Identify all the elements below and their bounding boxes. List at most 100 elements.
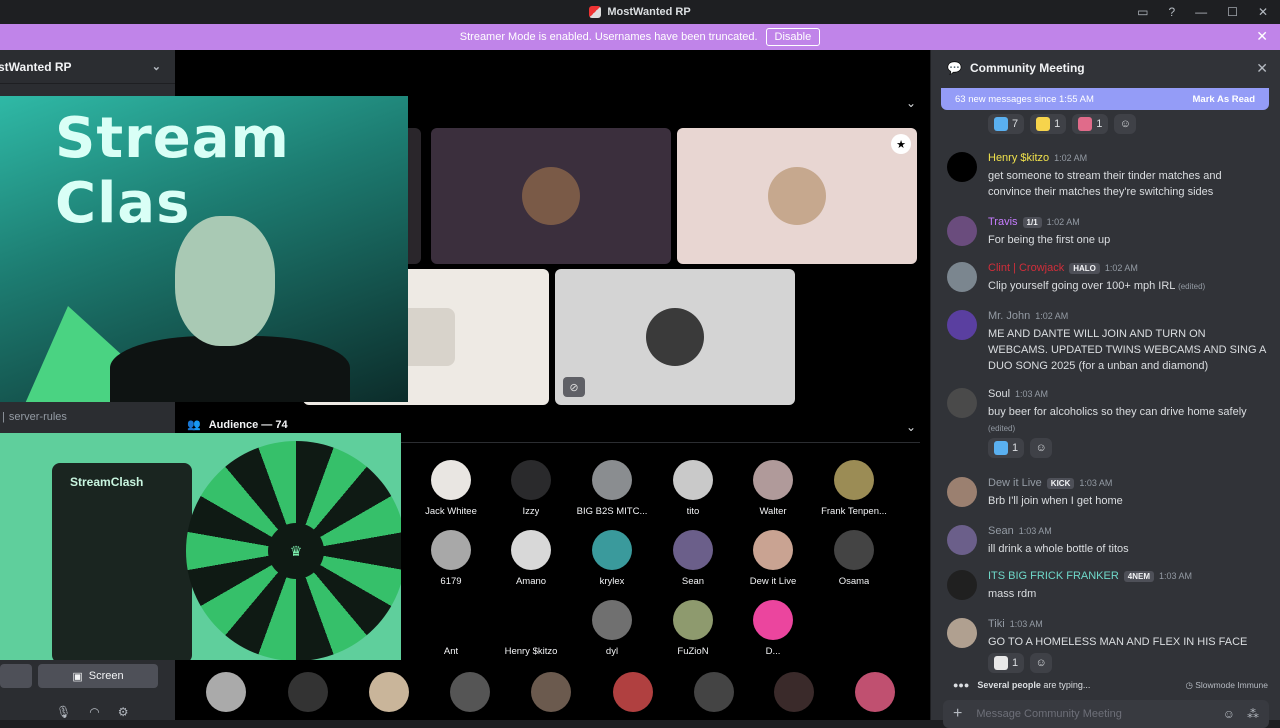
- message-header: Dew it Live KICK 1:03 AM: [988, 477, 1112, 489]
- maximize-icon[interactable]: ☐: [1227, 5, 1238, 19]
- audience-member[interactable]: dyl: [572, 600, 652, 657]
- inbox-icon[interactable]: ▭: [1137, 5, 1148, 19]
- message-avatar[interactable]: [947, 388, 977, 418]
- disable-button[interactable]: Disable: [765, 28, 821, 46]
- audience-member[interactable]: Dew it Live: [733, 530, 813, 587]
- message-username[interactable]: Soul: [988, 388, 1010, 400]
- audience-avatar[interactable]: [450, 672, 490, 712]
- speaker-tile[interactable]: ⊘: [555, 269, 795, 405]
- speakers-collapse-icon[interactable]: ⌄: [906, 96, 916, 110]
- audience-avatar[interactable]: [694, 672, 734, 712]
- message-avatar[interactable]: [947, 216, 977, 246]
- edited-label: (edited): [1178, 282, 1206, 291]
- audience-avatar[interactable]: [369, 672, 409, 712]
- audience-avatar: [834, 530, 874, 570]
- audience-avatar[interactable]: [613, 672, 653, 712]
- channel-rules-label: server-rules: [8, 411, 67, 423]
- audience-avatar: [753, 600, 793, 640]
- audience-member[interactable]: Amano: [491, 530, 571, 587]
- minimize-icon[interactable]: —: [1195, 5, 1207, 19]
- message-username[interactable]: Clint | Crowjack: [988, 262, 1064, 274]
- audience-avatar[interactable]: [774, 672, 814, 712]
- message-header: Travis 1/1 1:02 AM: [988, 216, 1080, 228]
- audience-member[interactable]: Walter: [733, 460, 813, 517]
- reaction-speech[interactable]: 1: [1030, 114, 1067, 134]
- chevron-down-icon: ⌄: [151, 61, 161, 73]
- message-username[interactable]: Mr. John: [988, 310, 1030, 322]
- message-time: 1:03 AM: [1009, 619, 1043, 629]
- message-avatar[interactable]: [947, 618, 977, 648]
- message-username[interactable]: Tiki: [988, 618, 1005, 630]
- window-title: MostWanted RP: [589, 6, 691, 18]
- audience-name: Izzy: [522, 506, 540, 517]
- composer-placeholder[interactable]: Message Community Meeting: [976, 708, 1122, 720]
- audience-member[interactable]: Henry $kitzo: [491, 600, 571, 657]
- typing-users: Several people: [977, 680, 1041, 690]
- reaction-skull[interactable]: 1: [988, 653, 1025, 673]
- message-time: 1:03 AM: [1015, 389, 1049, 399]
- message-avatar[interactable]: [947, 477, 977, 507]
- speaker-tile[interactable]: [431, 128, 671, 264]
- audience-member[interactable]: D...: [733, 600, 813, 657]
- emoji-icon[interactable]: ☺: [1223, 707, 1235, 721]
- reaction-up[interactable]: 1: [988, 438, 1025, 458]
- audience-collapse-icon[interactable]: ⌄: [906, 420, 916, 434]
- headset-icon[interactable]: ◠: [89, 705, 99, 719]
- message-body: Brb I'll join when I get home: [988, 495, 1123, 507]
- message-username[interactable]: ITS BIG FRICK FRANKER: [988, 570, 1119, 582]
- speaker-avatar: [522, 167, 580, 225]
- camera-button[interactable]: [0, 664, 32, 688]
- attach-plus-icon[interactable]: +: [953, 705, 962, 723]
- audience-avatar[interactable]: [288, 672, 328, 712]
- audience-member[interactable]: BIG B2S MITC...: [572, 460, 652, 517]
- message-avatar[interactable]: [947, 262, 977, 292]
- screen-share-button[interactable]: ▣ Screen: [38, 664, 158, 688]
- audience-member[interactable]: Osama: [814, 530, 894, 587]
- add-reaction-icon[interactable]: ☺: [1030, 438, 1053, 458]
- audience-member[interactable]: FuZioN: [653, 600, 733, 657]
- message-avatar[interactable]: [947, 570, 977, 600]
- audience-name: D...: [765, 646, 781, 657]
- message-avatar[interactable]: [947, 310, 977, 340]
- settings-icon[interactable]: ⚙: [118, 705, 129, 719]
- message-username[interactable]: Dew it Live: [988, 477, 1042, 489]
- audience-name: Sean: [681, 576, 705, 587]
- help-icon[interactable]: ?: [1168, 5, 1175, 19]
- audience-member[interactable]: Izzy: [491, 460, 571, 517]
- audience-member[interactable]: tito: [653, 460, 733, 517]
- speaker-tile[interactable]: ★: [677, 128, 917, 264]
- add-reaction-icon[interactable]: ☺: [1030, 653, 1053, 673]
- audience-member[interactable]: krylex: [572, 530, 652, 587]
- close-banner-icon[interactable]: ✕: [1256, 28, 1268, 45]
- message-username[interactable]: Henry $kitzo: [988, 152, 1049, 164]
- message-composer[interactable]: + Message Community Meeting ☺ ⁂: [943, 700, 1269, 728]
- mark-as-read-button[interactable]: Mark As Read: [1193, 94, 1255, 105]
- new-messages-bar[interactable]: 63 new messages since 1:55 AM Mark As Re…: [941, 88, 1269, 110]
- message-username[interactable]: Sean: [988, 525, 1014, 537]
- audience-avatar[interactable]: [206, 672, 246, 712]
- message-avatar[interactable]: [947, 152, 977, 182]
- audience-name: Jack Whitee: [425, 506, 477, 517]
- audience-member[interactable]: Frank Tenpen...: [814, 460, 894, 517]
- close-window-icon[interactable]: ✕: [1258, 5, 1268, 19]
- audience-member[interactable]: Jack Whitee: [411, 460, 491, 517]
- message-body: ME AND DANTE WILL JOIN AND TURN ON WEBCA…: [988, 328, 1266, 372]
- audience-member[interactable]: Ant: [411, 600, 491, 657]
- audience-avatar[interactable]: [531, 672, 571, 712]
- audience-member[interactable]: Sean: [653, 530, 733, 587]
- apps-icon[interactable]: ⁂: [1247, 707, 1259, 721]
- add-reaction-icon[interactable]: ☺: [1114, 114, 1137, 134]
- audience-member[interactable]: 6179: [411, 530, 491, 587]
- close-chat-icon[interactable]: ✕: [1256, 60, 1268, 77]
- banner-text: Streamer Mode is enabled. Usernames have…: [459, 31, 758, 43]
- mic-icon[interactable]: 🎙: [56, 705, 71, 719]
- audience-name: BIG B2S MITC...: [576, 506, 648, 517]
- message-username[interactable]: Travis: [988, 216, 1018, 228]
- audience-avatar[interactable]: [855, 672, 895, 712]
- server-header[interactable]: stWanted RP ⌄: [0, 50, 175, 84]
- channel-server-rules[interactable]: | server-rules: [0, 407, 175, 427]
- reaction-lips[interactable]: 1: [1072, 114, 1109, 134]
- audience-avatar: [431, 530, 471, 570]
- reaction-up[interactable]: 7: [988, 114, 1025, 134]
- message-avatar[interactable]: [947, 525, 977, 555]
